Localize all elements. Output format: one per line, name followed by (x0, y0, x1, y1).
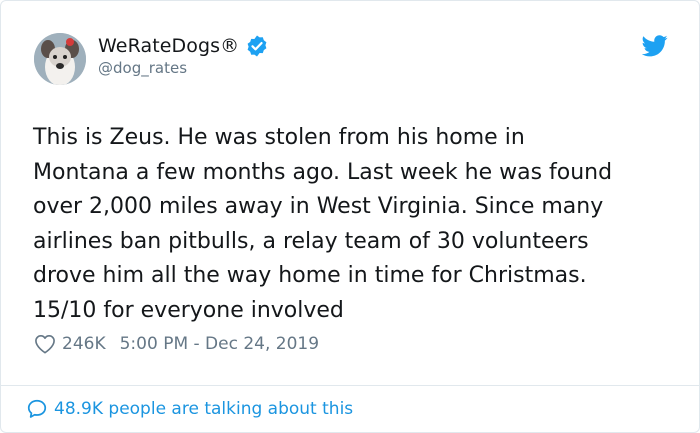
avatar[interactable] (34, 33, 86, 85)
tweet-meta: 246K 5:00 PM - Dec 24, 2019 (34, 334, 319, 354)
dog-avatar-image (34, 33, 86, 85)
tweet-text: This is Zeus. He was stolen from his hom… (33, 125, 613, 323)
author-name-row[interactable]: WeRateDogs® (98, 34, 269, 58)
like-count[interactable]: 246K (62, 334, 106, 354)
author-display-name[interactable]: WeRateDogs® (98, 35, 239, 57)
tweet-card: WeRateDogs® @dog_rates This is Zeus. He … (0, 0, 700, 433)
divider (1, 385, 699, 386)
speech-bubble-icon (27, 399, 47, 418)
author-handle[interactable]: @dog_rates (98, 59, 187, 77)
twitter-bird-icon[interactable] (642, 35, 668, 57)
verified-badge-icon (247, 35, 267, 57)
conversation-label[interactable]: 48.9K people are talking about this (54, 399, 353, 419)
conversation-link[interactable]: 48.9K people are talking about this (26, 398, 353, 420)
heart-icon[interactable] (34, 334, 56, 354)
timestamp[interactable]: 5:00 PM - Dec 24, 2019 (120, 334, 319, 354)
